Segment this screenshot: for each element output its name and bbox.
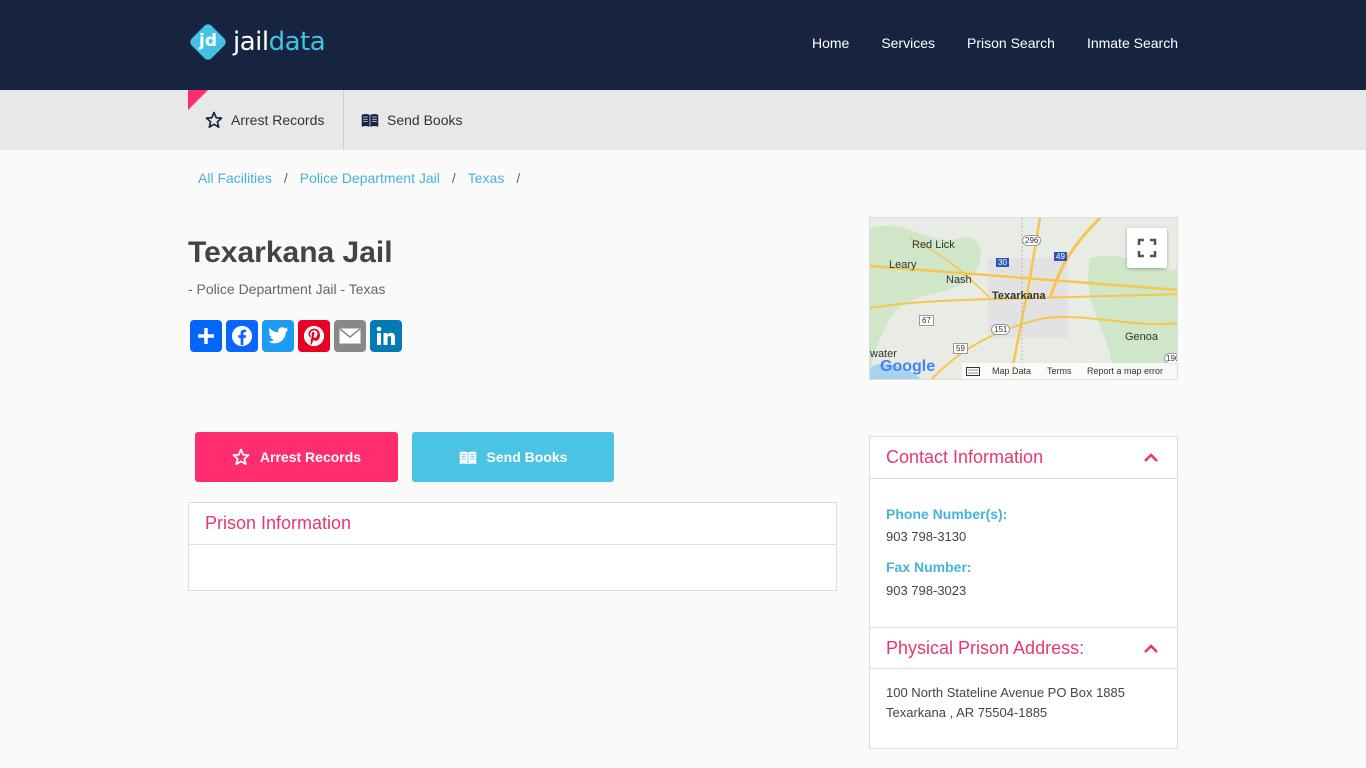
logo-wordmark: jaildata (233, 27, 326, 57)
map-route-shield: 67 (919, 315, 934, 326)
map-route-shield: 59 (953, 343, 968, 354)
plus-icon (198, 328, 214, 344)
map-fullscreen-button[interactable] (1127, 228, 1167, 268)
main-nav: Home Services Prison Search Inmate Searc… (812, 35, 1178, 51)
contact-information-title: Contact Information (886, 447, 1044, 467)
map-route-shield: 49 (1054, 252, 1067, 261)
map-data-link[interactable]: Map Data (992, 366, 1031, 376)
nav-inmate-search[interactable]: Inmate Search (1087, 35, 1178, 51)
breadcrumb-texas[interactable]: Texas (468, 170, 505, 186)
top-header: jd jaildata Home Services Prison Search … (0, 0, 1366, 90)
share-linkedin-button[interactable] (370, 320, 402, 352)
map-footer: Map Data Terms Report a map error (870, 363, 1177, 379)
share-facebook-button[interactable] (226, 320, 258, 352)
contact-information-panel: Contact Information Phone Number(s): 903… (869, 436, 1178, 749)
map-route-shield: 151 (991, 324, 1011, 335)
map-route-shield: 296 (1022, 235, 1042, 246)
linkedin-icon (376, 326, 395, 345)
phone-value: 903 798-3130 (886, 529, 967, 544)
prison-information-title: Prison Information (189, 503, 836, 545)
share-add-button[interactable] (190, 320, 222, 352)
fax-value: 903 798-3023 (886, 583, 967, 598)
map-label: Leary (889, 259, 917, 271)
arrest-records-button[interactable]: Arrest Records (195, 432, 398, 482)
nav-home[interactable]: Home (812, 35, 849, 51)
book-icon (459, 451, 476, 464)
twitter-icon (268, 327, 289, 344)
logo-badge-icon: jd (188, 22, 228, 62)
email-icon (339, 328, 361, 344)
subnav-send-books[interactable]: Send Books (361, 90, 463, 150)
map-route-shield: 30 (996, 258, 1009, 267)
share-email-button[interactable] (334, 320, 366, 352)
star-icon (232, 448, 250, 466)
map-label: Nash (946, 274, 972, 286)
breadcrumb-separator: / (283, 170, 288, 186)
fullscreen-icon (1137, 238, 1157, 258)
prison-information-panel: Prison Information (188, 502, 837, 591)
map-label: Genoa (1125, 331, 1159, 343)
subnav-arrest-records[interactable]: Arrest Records (205, 90, 324, 150)
breadcrumb: All Facilities / Police Department Jail … (198, 170, 532, 186)
facebook-icon (231, 325, 253, 347)
breadcrumb-all-facilities[interactable]: All Facilities (198, 170, 272, 186)
address-line-1: 100 North Stateline Avenue PO Box 1885 (886, 685, 1125, 700)
breadcrumb-separator: / (516, 170, 521, 186)
contact-information-header[interactable]: Contact Information (870, 437, 1177, 479)
keyboard-icon[interactable] (966, 367, 980, 376)
address-line-2: Texarkana , AR 75504-1885 (886, 705, 1048, 720)
physical-address-header[interactable]: Physical Prison Address: (870, 627, 1177, 669)
share-bar (190, 320, 402, 352)
location-map[interactable]: Red Lick Leary Nash Texarkana Genoa wate… (869, 217, 1178, 380)
chevron-up-icon[interactable] (1143, 451, 1159, 463)
nav-prison-search[interactable]: Prison Search (967, 35, 1055, 51)
breadcrumb-police-department-jail[interactable]: Police Department Jail (300, 170, 440, 186)
nav-services[interactable]: Services (881, 35, 935, 51)
fax-label: Fax Number: (886, 559, 972, 575)
page-subtitle: - Police Department Jail - Texas (188, 281, 386, 297)
map-label: Red Lick (912, 239, 955, 251)
physical-address-title: Physical Prison Address: (886, 637, 1085, 658)
site-logo[interactable]: jd jaildata (188, 22, 326, 62)
phone-label: Phone Number(s): (886, 506, 1008, 522)
breadcrumb-separator: / (451, 170, 456, 186)
chevron-up-icon[interactable] (1143, 642, 1159, 654)
subnav-divider (343, 90, 344, 150)
share-pinterest-button[interactable] (298, 320, 330, 352)
book-icon (361, 114, 379, 127)
page-title: Texarkana Jail (188, 236, 393, 269)
send-books-button[interactable]: Send Books (412, 432, 614, 482)
share-twitter-button[interactable] (262, 320, 294, 352)
map-report-link[interactable]: Report a map error (1087, 366, 1163, 376)
secondary-nav: Arrest Records Send Books (0, 90, 1366, 150)
star-icon (205, 111, 223, 128)
map-terms-link[interactable]: Terms (1047, 366, 1072, 376)
map-label: Texarkana (992, 290, 1046, 302)
pinterest-icon (303, 325, 325, 347)
